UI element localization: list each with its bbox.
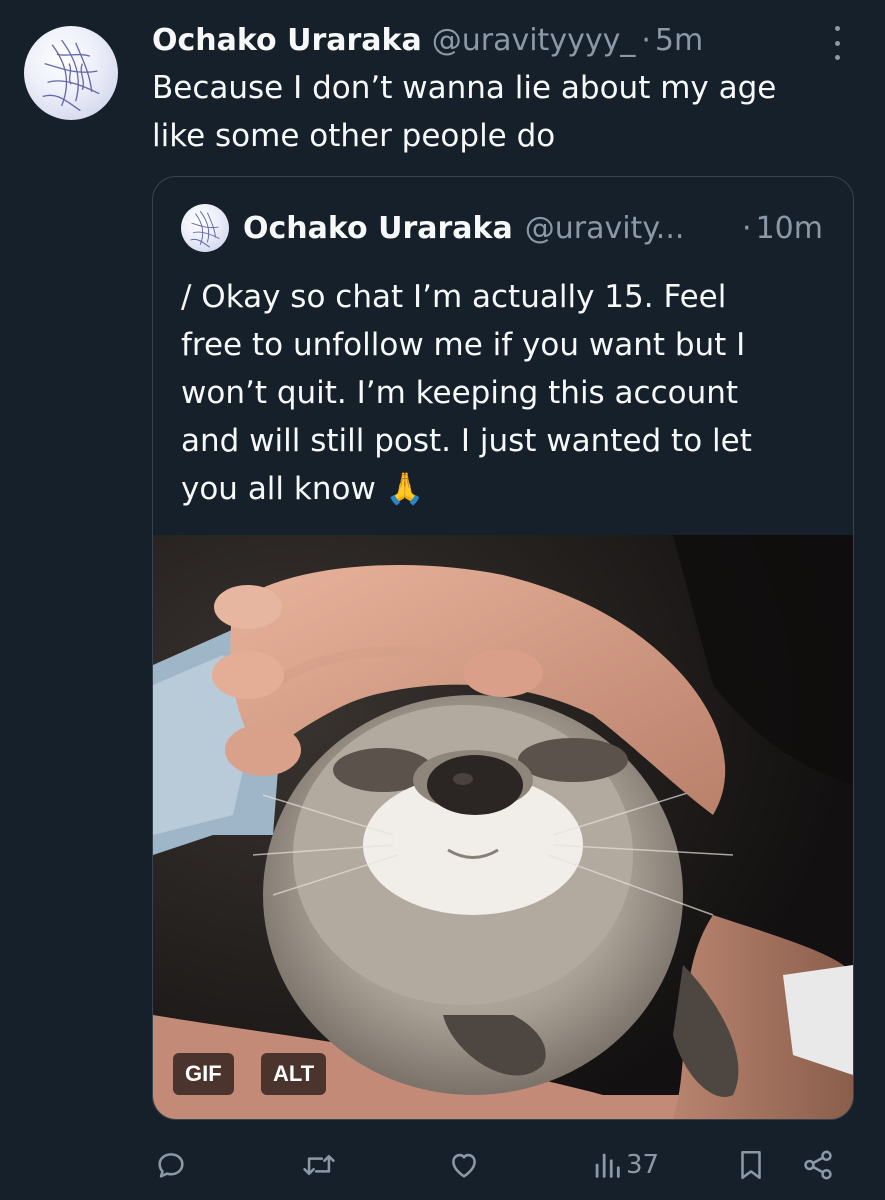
quoted-author-handle: @uravity... (524, 210, 685, 246)
tweet-text: Because I don’t wanna lie about my age l… (152, 64, 852, 160)
quoted-text-line: won’t quit. I’m keeping this account (181, 375, 739, 411)
quoted-text-line: you all know 🙏 (181, 471, 425, 507)
tweet-header: Ochako Uraraka @uravityyyy_ · 5m (152, 20, 865, 60)
quoted-author-avatar (181, 204, 229, 252)
gif-badge[interactable]: GIF (173, 1053, 234, 1095)
quoted-author-name: Ochako Uraraka (243, 210, 513, 246)
bookmark-button[interactable] (736, 1140, 766, 1190)
quoted-text-line: free to unfollow me if you want but I (181, 327, 746, 363)
quoted-tweet-timestamp: 10m (755, 210, 823, 246)
views-icon (595, 1153, 620, 1178)
share-icon (804, 1150, 832, 1180)
bookmark-icon (741, 1150, 761, 1180)
quoted-tweet-text: / Okay so chat I’m actually 15. Feel fre… (181, 273, 821, 513)
gif-media[interactable]: GIF ALT (153, 535, 853, 1119)
author-name[interactable]: Ochako Uraraka (152, 23, 422, 58)
heart-icon (452, 1153, 476, 1178)
tweet-text-line: Because I don’t wanna lie about my age (152, 70, 777, 106)
reply-button[interactable] (154, 1140, 188, 1190)
author-handle[interactable]: @uravityyyy_ (432, 23, 636, 58)
quoted-tweet-header: Ochako Uraraka @uravity... · 10m (181, 204, 823, 252)
separator-dot: · (742, 210, 752, 246)
retweet-icon (303, 1154, 335, 1176)
separator-dot: · (641, 22, 651, 58)
tweet-timestamp[interactable]: 5m (655, 23, 703, 58)
otter-gif-image (153, 535, 853, 1119)
share-button[interactable] (800, 1140, 836, 1190)
views-button[interactable]: 37 (592, 1140, 659, 1190)
reply-icon (158, 1153, 184, 1178)
tweet-action-bar: 37 (152, 1140, 852, 1190)
quoted-text-line: / Okay so chat I’m actually 15. Feel (181, 279, 727, 315)
quoted-tweet[interactable]: Ochako Uraraka @uravity... · 10m / Okay … (152, 176, 854, 1120)
tweet-text-line: like some other people do (152, 118, 556, 154)
more-options-icon[interactable] (827, 26, 847, 60)
quoted-text-line: and will still post. I just wanted to le… (181, 423, 752, 459)
views-count: 37 (626, 1150, 660, 1180)
retweet-button[interactable] (300, 1140, 338, 1190)
like-button[interactable] (446, 1140, 482, 1190)
author-avatar[interactable] (24, 26, 118, 120)
alt-text-badge[interactable]: ALT (261, 1053, 327, 1095)
